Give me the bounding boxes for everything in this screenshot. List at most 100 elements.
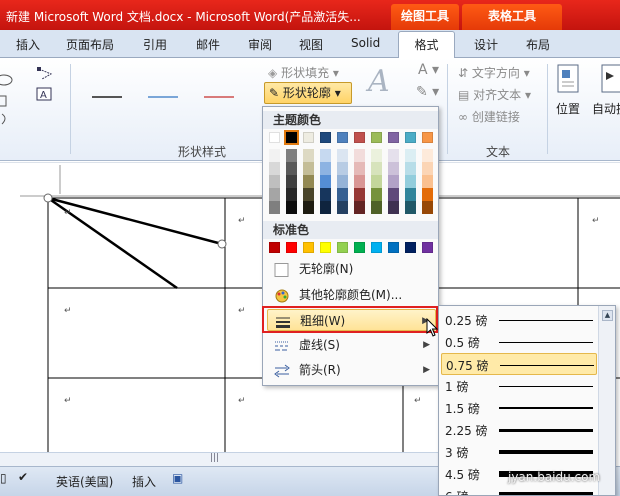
theme-color-swatch[interactable] (303, 132, 314, 143)
theme-shade-swatch[interactable] (337, 149, 348, 162)
proofing-icon[interactable]: ✔ (18, 470, 28, 484)
theme-shade-swatch[interactable] (422, 162, 433, 175)
theme-shade-swatch[interactable] (286, 188, 297, 201)
theme-shade-swatch[interactable] (354, 188, 365, 201)
theme-shade-swatch[interactable] (388, 188, 399, 201)
theme-shade-swatch[interactable] (388, 162, 399, 175)
create-link-button[interactable]: ∞ 创建链接 (458, 108, 520, 125)
horizontal-scrollbar[interactable]: ||| (0, 452, 440, 466)
theme-shade-swatch[interactable] (286, 149, 297, 162)
tab-format[interactable]: 格式 (398, 31, 455, 59)
tab-layout[interactable]: 布局 (526, 36, 550, 53)
theme-shade-swatch[interactable] (354, 201, 365, 214)
theme-shade-swatch[interactable] (371, 149, 382, 162)
weight-option-2-25[interactable]: 2.25 磅 (441, 419, 597, 441)
theme-shade-swatch[interactable] (405, 149, 416, 162)
theme-color-swatch[interactable] (371, 132, 382, 143)
language-indicator[interactable]: 英语(美国) (56, 473, 113, 490)
theme-shade-swatch[interactable] (371, 188, 382, 201)
theme-shade-swatch[interactable] (286, 175, 297, 188)
standard-color-swatch[interactable] (405, 242, 416, 253)
edit-shape-icon[interactable] (36, 66, 56, 82)
theme-shade-swatch[interactable] (405, 188, 416, 201)
theme-shade-swatch[interactable] (405, 175, 416, 188)
theme-color-swatch[interactable] (337, 132, 348, 143)
position-button-label[interactable]: 位置 (556, 100, 580, 117)
macro-record-icon[interactable]: ▣ (172, 471, 183, 485)
quick-styles-icon[interactable]: A (368, 64, 390, 99)
theme-shade-swatch[interactable] (337, 188, 348, 201)
weight-option-1-5[interactable]: 1.5 磅 (441, 397, 597, 419)
tab-references[interactable]: 引用 (143, 36, 167, 53)
shape-handle[interactable] (43, 193, 53, 203)
weight-option-0-75[interactable]: 0.75 磅 (441, 353, 597, 375)
standard-color-swatch[interactable] (388, 242, 399, 253)
no-outline-item[interactable]: 无轮廓(N) (267, 258, 436, 280)
theme-shade-swatch[interactable] (388, 149, 399, 162)
dashes-item[interactable]: 虚线(S) ▶ (267, 334, 436, 356)
theme-shade-swatch[interactable] (320, 201, 331, 214)
theme-color-swatch[interactable] (422, 132, 433, 143)
theme-shade-swatch[interactable] (354, 175, 365, 188)
theme-shade-swatch[interactable] (405, 162, 416, 175)
standard-color-swatch[interactable] (269, 242, 280, 253)
theme-shade-swatch[interactable] (337, 162, 348, 175)
theme-shade-swatch[interactable] (269, 162, 280, 175)
weight-option-6[interactable]: 6 磅 (441, 485, 597, 495)
standard-color-swatch[interactable] (371, 242, 382, 253)
theme-shade-swatch[interactable] (269, 201, 280, 214)
theme-shade-swatch[interactable] (303, 175, 314, 188)
style-preview-blue[interactable] (148, 96, 178, 98)
theme-shade-swatch[interactable] (320, 149, 331, 162)
text-direction-button[interactable]: ⇵ 文字方向 ▾ (458, 64, 530, 81)
standard-color-swatch[interactable] (303, 242, 314, 253)
theme-shade-swatch[interactable] (422, 175, 433, 188)
theme-shade-swatch[interactable] (388, 175, 399, 188)
theme-shade-swatch[interactable] (371, 175, 382, 188)
text-box-icon[interactable]: A (36, 86, 56, 102)
theme-shade-swatch[interactable] (269, 149, 280, 162)
standard-color-swatch[interactable] (286, 242, 297, 253)
theme-shade-swatch[interactable] (422, 149, 433, 162)
theme-color-swatch[interactable] (354, 132, 365, 143)
tab-solid[interactable]: Solid (351, 36, 380, 50)
insert-mode-indicator[interactable]: 插入 (132, 473, 156, 490)
theme-shade-swatch[interactable] (286, 162, 297, 175)
theme-shade-swatch[interactable] (286, 201, 297, 214)
theme-shade-swatch[interactable] (354, 162, 365, 175)
tab-view[interactable]: 视图 (299, 36, 323, 53)
theme-shade-swatch[interactable] (371, 162, 382, 175)
wrap-text-label[interactable]: 自动换 (592, 100, 620, 117)
theme-shade-swatch[interactable] (303, 201, 314, 214)
standard-color-swatch[interactable] (337, 242, 348, 253)
tab-page-layout[interactable]: 页面布局 (66, 36, 114, 53)
scroll-up-icon[interactable]: ▲ (602, 310, 613, 321)
shape-fill-button[interactable]: ◈ 形状填充 ▾ (268, 64, 339, 81)
tab-design[interactable]: 设计 (474, 36, 498, 53)
page-indicator-icon[interactable]: ▯ (0, 471, 7, 485)
theme-shade-swatch[interactable] (337, 201, 348, 214)
text-fill-icon[interactable]: A ▾ (418, 62, 439, 78)
weight-option-3[interactable]: 3 磅 (441, 441, 597, 463)
theme-shade-swatch[interactable] (303, 162, 314, 175)
tab-review[interactable]: 审阅 (248, 36, 272, 53)
theme-color-swatch[interactable] (405, 132, 416, 143)
theme-color-swatch[interactable] (284, 130, 299, 145)
position-icon[interactable] (556, 64, 580, 94)
style-preview-dark[interactable] (92, 96, 122, 98)
standard-color-swatch[interactable] (422, 242, 433, 253)
more-outline-colors-item[interactable]: 其他轮廓颜色(M)... (267, 284, 436, 306)
weight-option-0-5[interactable]: 0.5 磅 (441, 331, 597, 353)
theme-color-swatch[interactable] (269, 132, 280, 143)
theme-shade-swatch[interactable] (303, 149, 314, 162)
shapes-gallery-icon[interactable] (0, 66, 14, 136)
weight-option-0-25[interactable]: 0.25 磅 (441, 309, 597, 331)
theme-shade-swatch[interactable] (320, 188, 331, 201)
theme-shade-swatch[interactable] (320, 162, 331, 175)
theme-shade-swatch[interactable] (422, 188, 433, 201)
arrows-item[interactable]: 箭头(R) ▶ (267, 359, 436, 381)
theme-shade-swatch[interactable] (337, 175, 348, 188)
theme-shade-swatch[interactable] (303, 188, 314, 201)
theme-shade-swatch[interactable] (371, 201, 382, 214)
shape-handle[interactable] (217, 239, 227, 249)
